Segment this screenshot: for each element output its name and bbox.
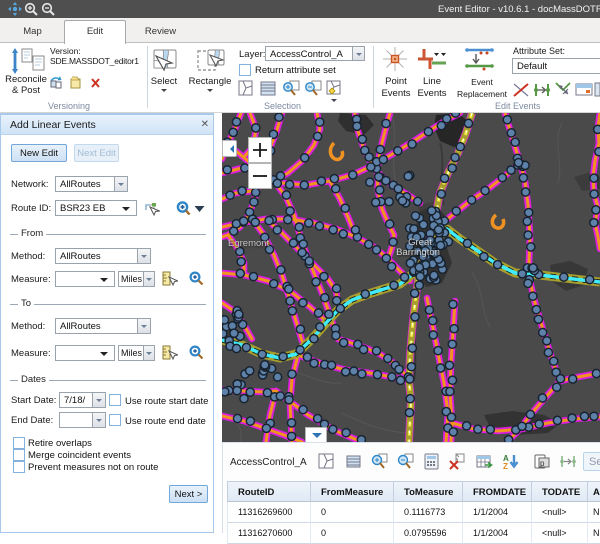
svg-text:p: p (540, 459, 545, 468)
svg-text:Barrington: Barrington (396, 247, 440, 258)
svg-text:Z: Z (503, 462, 508, 470)
svg-text:Egremont: Egremont (228, 238, 270, 249)
